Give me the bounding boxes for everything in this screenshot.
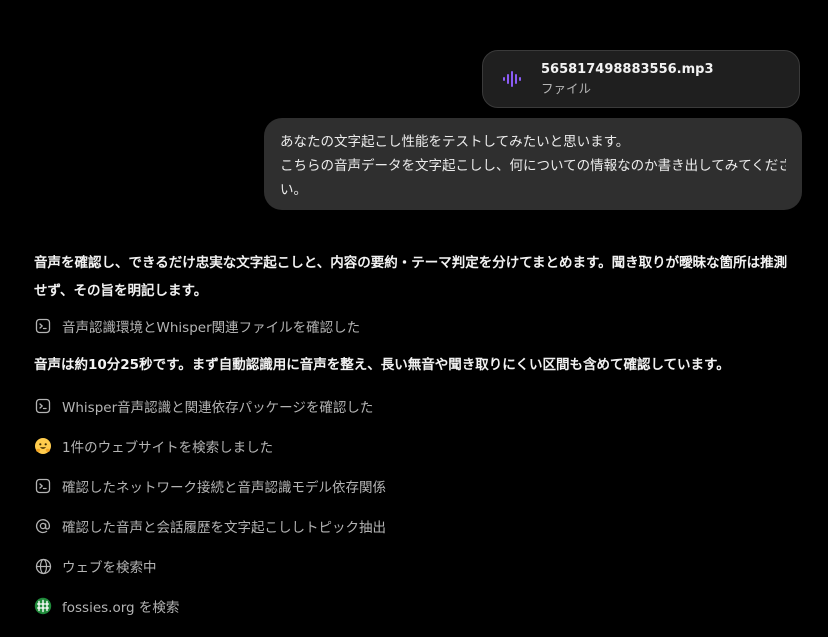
step-item[interactable]: 確認した音声と会話履歴を文字起こししトピック抽出 <box>34 516 386 536</box>
step-item[interactable]: 音声認識環境とWhisper関連ファイルを確認した <box>34 316 360 336</box>
globe-icon <box>34 557 52 575</box>
step-item[interactable]: 確認したネットワーク接続と音声認識モデル依存関係 <box>34 476 386 496</box>
step-item[interactable]: fossies.org を検索 <box>34 596 179 616</box>
hugging-face-icon <box>34 437 52 455</box>
step-label: 1件のウェブサイトを検索しました <box>62 440 274 456</box>
terminal-icon <box>34 397 52 415</box>
attachment-meta: 565817498883556.mp3 ファイル <box>541 61 714 97</box>
user-message-bubble: あなたの文字起こし性能をテストしてみたいと思います。 こちらの音声データを文字起… <box>264 118 802 210</box>
step-item[interactable]: Whisper音声認識と関連依存パッケージを確認した <box>34 396 373 416</box>
step-label: 確認したネットワーク接続と音声認識モデル依存関係 <box>62 480 386 496</box>
step-item[interactable]: ウェブを検索中 <box>34 556 157 576</box>
step-label: 音声認識環境とWhisper関連ファイルを確認した <box>62 320 361 336</box>
attachment-card[interactable]: 565817498883556.mp3 ファイル <box>482 50 800 108</box>
attachment-file-type: ファイル <box>541 81 592 96</box>
duration-note: 音声は約10分25秒です。まず自動認識用に音声を整え、長い無音や聞き取りにくい区… <box>34 357 730 373</box>
user-message-line: こちらの音声データを文字起こしし、何についての情報なのか書き出してみてくださ <box>280 158 786 174</box>
terminal-icon <box>34 477 52 495</box>
fossies-icon <box>34 597 52 615</box>
step-item[interactable]: 1件のウェブサイトを検索しました <box>34 436 273 456</box>
assistant-intro-line: せず、その旨を明記します。 <box>34 283 208 299</box>
step-label: Whisper音声認識と関連依存パッケージを確認した <box>62 400 374 416</box>
attachment-file-name: 565817498883556.mp3 <box>541 62 714 77</box>
user-message-line: い。 <box>280 182 307 198</box>
at-sign-icon <box>34 517 52 535</box>
step-label: ウェブを検索中 <box>62 560 157 576</box>
assistant-intro: 音声を確認し、できるだけ忠実な文字起こしと、内容の要約・テーマ判定を分けてまとめ… <box>34 249 810 305</box>
step-label: fossies.org を検索 <box>62 600 180 616</box>
step-label: 確認した音声と会話履歴を文字起こししトピック抽出 <box>62 520 386 536</box>
audio-waveform-icon <box>501 68 523 90</box>
assistant-response: 音声を確認し、できるだけ忠実な文字起こしと、内容の要約・テーマ判定を分けてまとめ… <box>34 249 810 305</box>
assistant-intro-line: 音声を確認し、できるだけ忠実な文字起こしと、内容の要約・テーマ判定を分けてまとめ… <box>34 255 788 271</box>
user-message-line: あなたの文字起こし性能をテストしてみたいと思います。 <box>280 134 630 150</box>
terminal-icon <box>34 317 52 335</box>
